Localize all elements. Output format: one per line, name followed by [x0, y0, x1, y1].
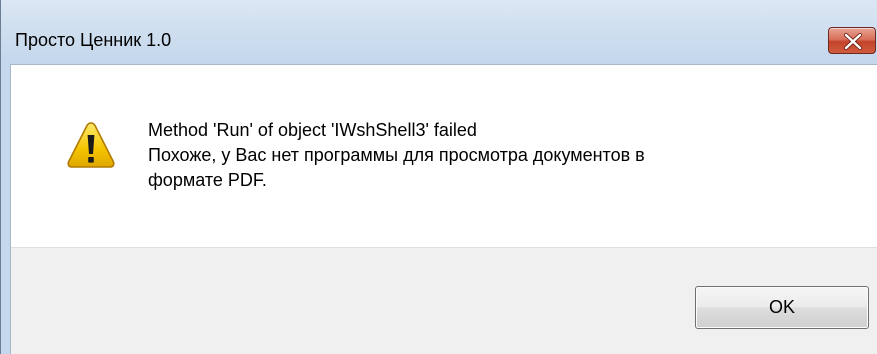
message-line-error: Method 'Run' of object 'IWshShell3' fail…: [148, 120, 477, 140]
warning-icon: [67, 122, 115, 168]
message-text: Method 'Run' of object 'IWshShell3' fail…: [148, 118, 828, 193]
message-line-hint-cont: формате PDF.: [148, 170, 267, 190]
button-bar: OK: [11, 247, 877, 354]
dialog-window: Просто Ценник 1.0 Method 'Run' of object…: [0, 0, 877, 354]
close-icon: [844, 33, 862, 50]
ok-button[interactable]: OK: [695, 286, 869, 329]
dialog-client-area: Method 'Run' of object 'IWshShell3' fail…: [10, 64, 877, 354]
close-button[interactable]: [828, 27, 876, 54]
title-bar[interactable]: Просто Ценник 1.0: [1, 0, 877, 64]
window-title: Просто Ценник 1.0: [15, 30, 172, 50]
message-area: Method 'Run' of object 'IWshShell3' fail…: [11, 65, 877, 247]
message-line-hint: Похоже, у Вас нет программы для просмотр…: [148, 145, 645, 165]
